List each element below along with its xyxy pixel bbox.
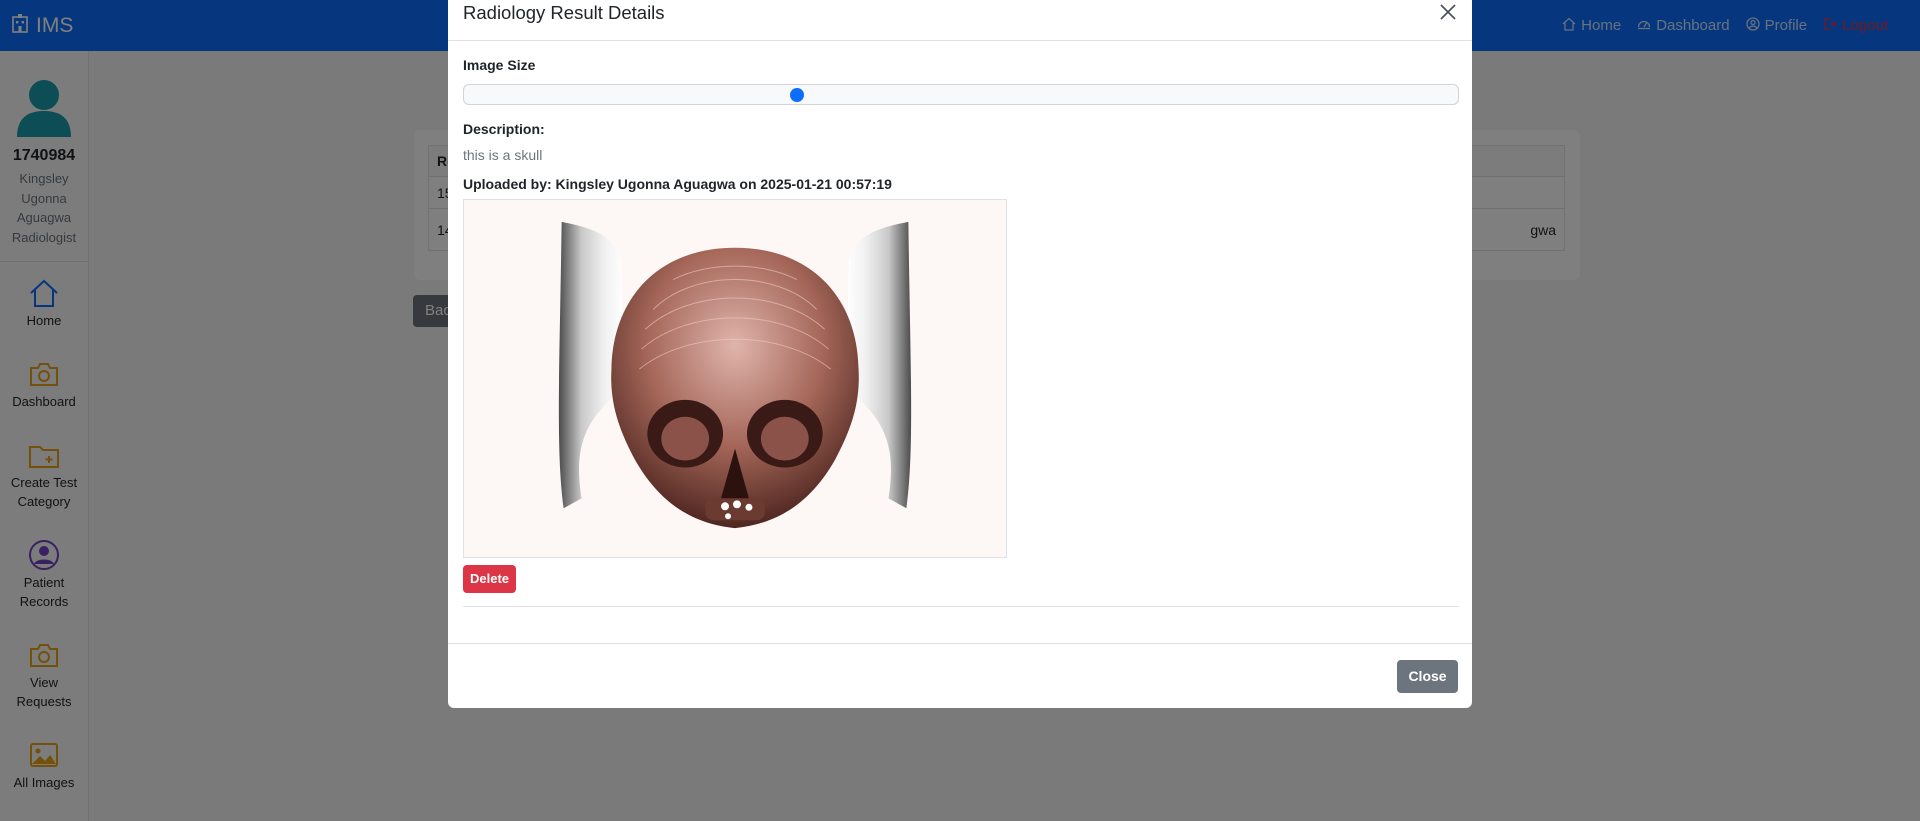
close-button[interactable]: Close [1397, 660, 1458, 693]
delete-button[interactable]: Delete [463, 565, 516, 593]
modal-header: Radiology Result Details [448, 0, 1472, 41]
radiology-result-modal: Radiology Result Details Image Size Desc… [448, 0, 1472, 708]
close-icon[interactable] [1438, 2, 1458, 22]
image-size-slider[interactable] [463, 84, 1459, 105]
modal-footer: Close [448, 643, 1472, 708]
slider-thumb[interactable] [789, 88, 804, 102]
uploaded-by: Uploaded by: Kingsley Ugonna Aguagwa on … [463, 176, 892, 192]
description-text: this is a skull [463, 147, 543, 163]
modal-body: Image Size Description: this is a skull … [463, 41, 1459, 643]
divider [463, 606, 1459, 607]
image-size-label: Image Size [463, 57, 536, 73]
description-label: Description: [463, 121, 545, 137]
modal-title: Radiology Result Details [463, 2, 665, 23]
radiology-image [463, 199, 1007, 558]
